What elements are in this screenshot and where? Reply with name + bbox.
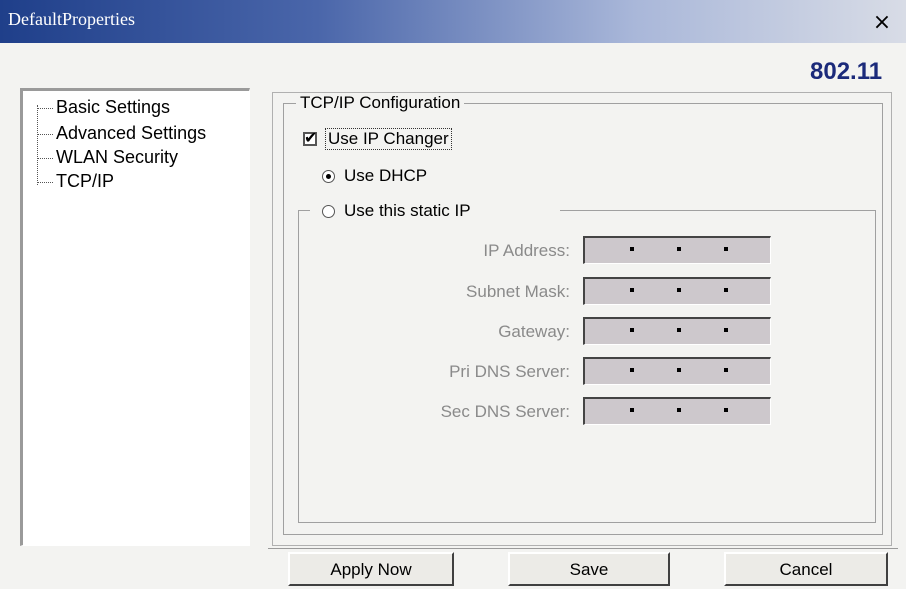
tree-item-label: WLAN Security (56, 147, 179, 167)
settings-tree: Basic Settings Advanced Settings WLAN Se… (20, 88, 250, 546)
tree-item-label: Basic Settings (56, 97, 171, 117)
subnet-mask-label: Subnet Mask: (466, 282, 570, 301)
octet-separator (677, 328, 681, 332)
subnet-mask-field (583, 277, 771, 305)
cancel-button[interactable]: Cancel (724, 552, 888, 586)
octet-separator (724, 288, 728, 292)
use-dhcp-radio[interactable]: Use DHCP (322, 165, 427, 187)
apply-now-button[interactable]: Apply Now (288, 552, 454, 586)
octet-separator (630, 288, 634, 292)
tree-connector (37, 157, 53, 159)
close-button[interactable]: × (868, 10, 896, 36)
tree-connector (37, 107, 53, 109)
window-title: DefaultProperties (8, 9, 135, 29)
ip-address-field (583, 236, 771, 264)
title-bar: DefaultProperties × (0, 0, 906, 43)
radio-button[interactable] (322, 204, 335, 218)
primary-dns-label: Pri DNS Server: (449, 362, 570, 381)
check-mark-icon: ✔ (304, 128, 318, 147)
use-static-ip-label: Use this static IP (344, 201, 471, 220)
footer-divider (268, 548, 898, 549)
version-label: 802.11 (810, 58, 883, 85)
secondary-dns-label: Sec DNS Server: (440, 402, 570, 421)
primary-dns-field (583, 357, 771, 385)
secondary-dns-field (583, 397, 771, 425)
groupbox-title: TCP/IP Configuration (296, 93, 465, 113)
tree-item-basic-settings[interactable]: Basic Settings (37, 95, 170, 119)
octet-separator (677, 247, 681, 251)
radio-button[interactable] (322, 169, 335, 183)
octet-separator (630, 408, 634, 412)
ip-address-label: IP Address: (483, 241, 570, 260)
tree-connector (37, 133, 53, 135)
use-ip-changer-checkbox[interactable]: ✔ Use IP Changer (303, 127, 452, 151)
octet-separator (724, 328, 728, 332)
tree-connector (37, 181, 53, 183)
use-dhcp-label: Use DHCP (344, 166, 428, 185)
tree-item-tcpip[interactable]: TCP/IP (37, 169, 114, 193)
save-button[interactable]: Save (508, 552, 670, 586)
use-ip-changer-label: Use IP Changer (325, 128, 452, 150)
properties-dialog: DefaultProperties × 802.11 Basic Setting… (0, 0, 906, 589)
tree-item-advanced-settings[interactable]: Advanced Settings (37, 121, 206, 145)
octet-separator (630, 247, 634, 251)
gateway-field (583, 317, 771, 345)
octet-separator (630, 368, 634, 372)
octet-separator (677, 408, 681, 412)
octet-separator (677, 368, 681, 372)
octet-separator (724, 408, 728, 412)
octet-separator (630, 328, 634, 332)
octet-separator (724, 368, 728, 372)
tree-item-label: Advanced Settings (56, 123, 207, 143)
octet-separator (677, 288, 681, 292)
checkbox-box[interactable]: ✔ (303, 128, 318, 147)
gateway-label: Gateway: (498, 322, 570, 341)
octet-separator (724, 247, 728, 251)
tree-item-wlan-security[interactable]: WLAN Security (37, 145, 178, 169)
tree-item-label: TCP/IP (56, 171, 115, 191)
use-static-ip-radio[interactable]: Use this static IP (322, 200, 471, 222)
